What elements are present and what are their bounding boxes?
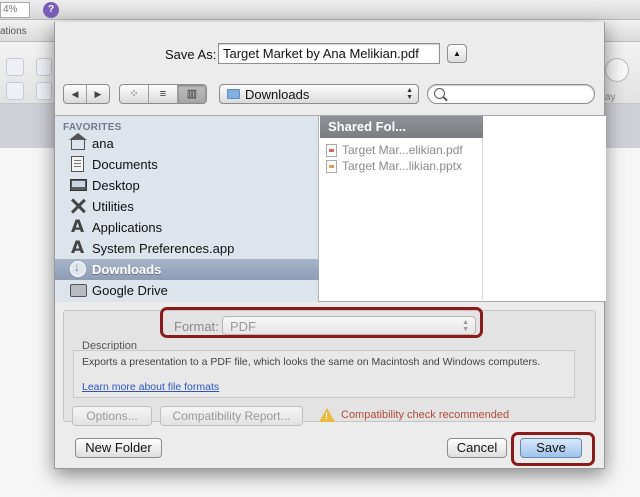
description-box: Exports a presentation to a PDF file, wh…	[73, 350, 575, 398]
column-view-button[interactable]: ▥	[177, 85, 206, 103]
system-preferences-icon	[70, 238, 86, 258]
home-icon	[69, 133, 87, 150]
file-item-pptx[interactable]: Target Mar...likian.pptx	[320, 159, 483, 174]
ribbon-list-icon	[36, 58, 52, 76]
documents-icon	[71, 156, 84, 172]
browser-column-1: Shared Fol... Target Mar...elikian.pdf T…	[320, 116, 483, 302]
list-view-button[interactable]: ≡	[148, 85, 177, 103]
sidebar-item-downloads[interactable]: Downloads	[55, 259, 319, 280]
sidebar-item-documents[interactable]: Documents	[55, 154, 319, 175]
background-toolbar: 4% ?	[0, 0, 640, 20]
back-forward-control: ◀ ▶	[63, 84, 110, 104]
sidebar: FAVORITES ana Documents Desktop Utilitie…	[55, 116, 319, 302]
options-button[interactable]: Options...	[72, 406, 152, 426]
save-dialog: Save As: Target Market by Ana Melikian.p…	[54, 22, 606, 469]
file-name: Target Mar...elikian.pdf	[342, 143, 463, 157]
background-right-panel: ay	[603, 42, 640, 104]
ribbon-spelling-icon	[6, 58, 24, 76]
sidebar-item-google-drive[interactable]: Google Drive	[55, 280, 319, 301]
file-browser: FAVORITES ana Documents Desktop Utilitie…	[55, 115, 606, 302]
pptx-file-icon	[326, 160, 337, 173]
icon-view-button[interactable]: ⁘	[120, 85, 148, 103]
collapse-dialog-button[interactable]: ▲	[447, 44, 467, 63]
compatibility-warning: Compatibility check recommended	[341, 409, 510, 421]
sidebar-item-label: Downloads	[92, 262, 162, 277]
file-item-pdf[interactable]: Target Mar...elikian.pdf	[320, 143, 483, 158]
file-name: Target Mar...likian.pptx	[342, 159, 463, 173]
desktop-icon	[70, 179, 87, 191]
ribbon-text-icon	[6, 82, 24, 100]
format-popup[interactable]: PDF ▲ ▼	[222, 316, 476, 335]
applications-icon	[70, 217, 86, 237]
sidebar-item-label: Utilities	[92, 199, 134, 214]
browser-column-2	[484, 116, 604, 302]
shared-folder-item[interactable]: Shared Fol...	[320, 116, 483, 138]
compatibility-report-button[interactable]: Compatibility Report...	[160, 406, 303, 426]
new-folder-button[interactable]: New Folder	[75, 438, 162, 458]
sidebar-item-label: ana	[92, 136, 114, 151]
downloads-folder-icon	[227, 89, 240, 99]
view-mode-control: ⁘ ≡ ▥	[119, 84, 207, 104]
sidebar-item-system-preferences[interactable]: System Preferences.app	[55, 238, 319, 259]
help-icon: ?	[43, 2, 59, 18]
sidebar-item-label: Documents	[92, 157, 158, 172]
zoom-field: 4%	[0, 2, 30, 18]
format-value: PDF	[230, 319, 256, 334]
cancel-button[interactable]: Cancel	[447, 438, 507, 458]
save-as-label: Save As:	[165, 47, 217, 62]
sidebar-item-label: Applications	[92, 220, 163, 235]
ribbon-circle-icon	[605, 58, 629, 82]
sidebar-item-ana[interactable]: ana	[55, 133, 319, 154]
pdf-file-icon	[326, 144, 337, 157]
format-label: Format:	[174, 319, 219, 334]
search-input[interactable]	[427, 84, 595, 104]
folder-icon	[70, 284, 87, 297]
sidebar-item-label: Google Drive	[92, 283, 168, 298]
location-label: Downloads	[245, 87, 310, 102]
save-as-row: Save As: Target Market by Ana Melikian.p…	[55, 42, 606, 66]
popup-arrows-icon: ▲ ▼	[462, 319, 469, 333]
learn-more-link[interactable]: Learn more about file formats	[82, 381, 219, 394]
sidebar-item-applications[interactable]: Applications	[55, 217, 319, 238]
filename-input[interactable]: Target Market by Ana Melikian.pdf	[218, 43, 440, 64]
ribbon-tab-label: ations	[0, 26, 27, 37]
sidebar-item-label: Desktop	[92, 178, 140, 193]
back-button[interactable]: ◀	[64, 85, 86, 103]
warning-icon	[319, 408, 335, 422]
column-item-label: Shared Fol...	[328, 119, 407, 134]
save-button[interactable]: Save	[520, 438, 582, 458]
downloads-icon	[70, 260, 86, 277]
search-icon	[434, 88, 445, 99]
sidebar-item-label: System Preferences.app	[92, 241, 235, 256]
location-popup[interactable]: Downloads ▲ ▼	[219, 84, 419, 104]
sidebar-item-utilities[interactable]: Utilities	[55, 196, 319, 217]
ribbon-align-icon	[36, 82, 52, 100]
ribbon-right-label: ay	[605, 92, 616, 103]
sidebar-item-desktop[interactable]: Desktop	[55, 175, 319, 196]
description-text: Exports a presentation to a PDF file, wh…	[82, 356, 541, 368]
sidebar-header-favorites: FAVORITES	[63, 122, 122, 133]
popup-arrows-icon: ▲ ▼	[406, 87, 413, 101]
utilities-icon	[70, 198, 86, 214]
navigation-toolbar: ◀ ▶ ⁘ ≡ ▥ Downloads ▲ ▼	[55, 84, 606, 106]
forward-button[interactable]: ▶	[86, 85, 109, 103]
